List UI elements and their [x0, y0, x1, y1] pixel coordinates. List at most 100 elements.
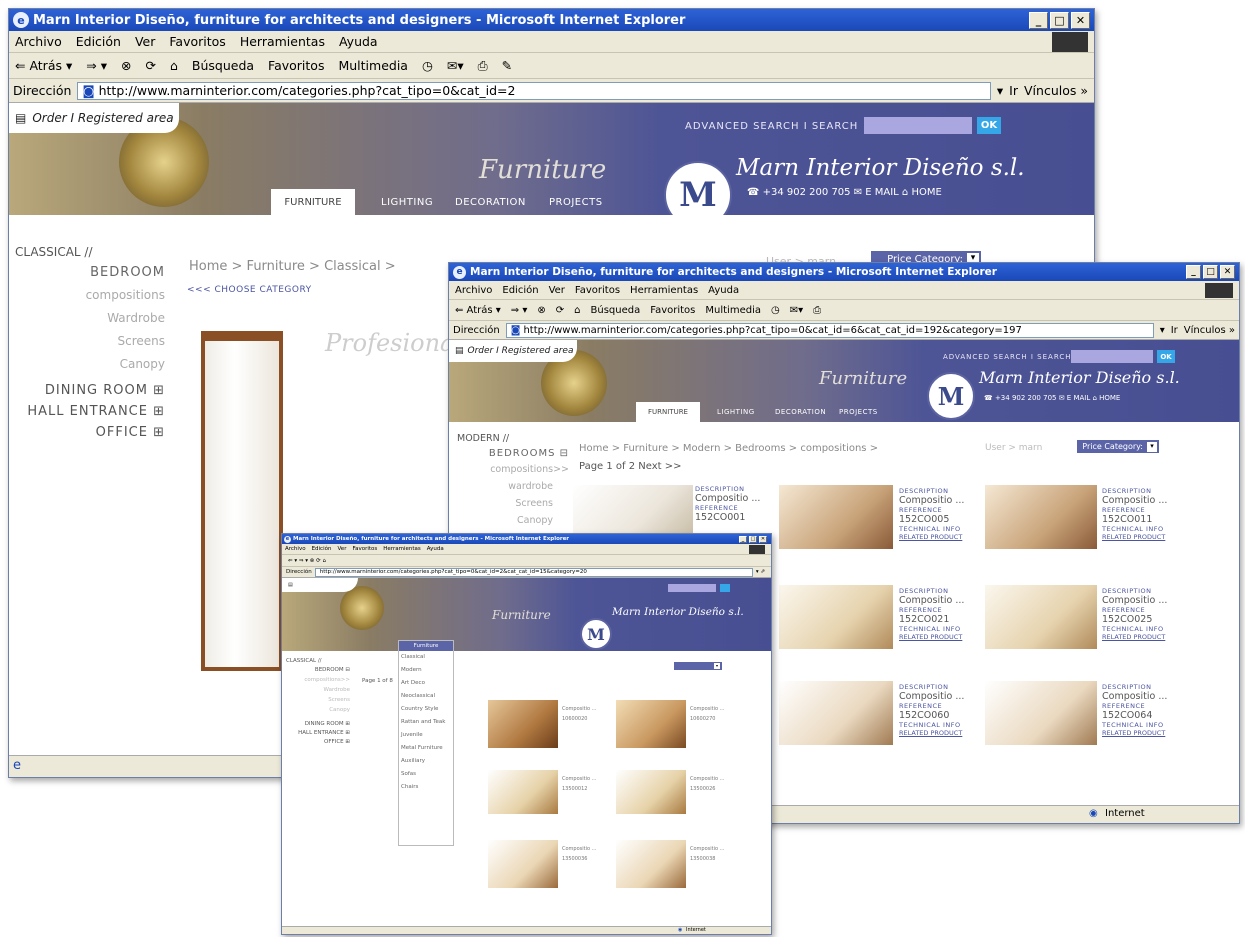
product-card[interactable]: Compositio ... 13500036 — [488, 840, 610, 894]
order-registered-link[interactable]: ▤ Order I Registered area — [449, 340, 577, 362]
close-button[interactable]: ✕ — [1071, 11, 1090, 29]
refresh-icon[interactable]: ⟳ — [556, 305, 564, 316]
technical-info-link[interactable]: TECHNICAL INFO — [1102, 721, 1167, 729]
product-card[interactable]: DESCRIPTION Compositio ... REFERENCE 152… — [779, 585, 973, 665]
close-button[interactable]: ✕ — [1220, 265, 1235, 279]
product-card[interactable]: DESCRIPTION Compositio ... REFERENCE 152… — [985, 681, 1179, 761]
product-image[interactable] — [616, 840, 686, 888]
dropdown-item-rattan-teak[interactable]: Rattan and Teak — [401, 719, 451, 725]
product-card[interactable]: Compositio ... 10600020 — [488, 700, 610, 754]
search-button[interactable]: Búsqueda — [591, 305, 641, 316]
stop-icon[interactable]: ⊗ — [537, 305, 545, 316]
ok-button[interactable]: OK — [1157, 350, 1175, 363]
product-name[interactable]: Compositio ... — [690, 776, 724, 782]
product-image[interactable] — [779, 681, 893, 745]
dropdown-arrow-icon[interactable]: ▾ — [997, 83, 1003, 98]
dropdown-item-country-style[interactable]: Country Style — [401, 706, 451, 712]
related-product-link[interactable]: RELATED PRODUCT — [899, 533, 964, 541]
sidebar-item-compositions[interactable]: compositions — [15, 288, 165, 302]
maximize-button[interactable]: □ — [1050, 11, 1069, 29]
sidebar-item-canopy[interactable]: Canopy — [457, 515, 569, 526]
product-name[interactable]: Compositio ... — [899, 495, 964, 506]
dropdown-item-neoclassical[interactable]: Neoclassical — [401, 693, 451, 699]
sidebar-item-wardrobe[interactable]: Wardrobe — [15, 311, 165, 325]
product-image[interactable] — [616, 700, 686, 748]
minimize-button[interactable]: _ — [739, 535, 747, 543]
sidebar-item-hall-entrance[interactable]: HALL ENTRANCE ⊞ — [286, 730, 350, 736]
menu-herramientas[interactable]: Herramientas — [240, 34, 325, 49]
sidebar-item-screens[interactable]: Screens — [15, 334, 165, 348]
nav-furniture[interactable]: FURNITURE — [636, 402, 700, 422]
nav-lighting[interactable]: LIGHTING — [717, 408, 755, 416]
back-button[interactable]: ⇐ Atrás ▾ — [455, 305, 501, 316]
product-card[interactable]: Compositio ... 13500026 — [616, 770, 738, 824]
choose-category-link[interactable]: <<< CHOOSE CATEGORY — [187, 285, 312, 295]
product-card[interactable]: DESCRIPTION Compositio ... REFERENCE 152… — [985, 585, 1179, 665]
sidebar-item-bedroom[interactable]: BEDROOM — [15, 265, 165, 280]
product-card[interactable]: Compositio ... 13500038 — [616, 840, 738, 894]
sidebar-item-canopy[interactable]: Canopy — [286, 707, 350, 713]
title-bar[interactable]: e Marn Interior Diseño, furniture for ar… — [9, 9, 1094, 31]
nav-furniture[interactable]: FURNITURE — [271, 189, 355, 215]
go-button[interactable]: Ir — [1171, 325, 1178, 336]
sidebar-item-wardrobe[interactable]: wardrobe — [457, 481, 569, 492]
home-icon[interactable]: ⌂ — [574, 305, 580, 316]
product-image[interactable] — [985, 485, 1097, 549]
sidebar-item-screens[interactable]: Screens — [457, 498, 569, 509]
sidebar-item-compositions[interactable]: compositions>> — [286, 677, 350, 683]
dropdown-item-auxiliary[interactable]: Auxiliary — [401, 758, 451, 764]
back-button[interactable]: ⇐ Atrás ▾ — [15, 58, 72, 73]
price-category-select[interactable]: ▾ — [674, 662, 722, 670]
nav-decoration[interactable]: DECORATION — [775, 408, 826, 416]
url-input[interactable]: ◙ http://www.marninterior.com/categories.… — [77, 81, 991, 100]
product-name[interactable]: Compositio ... — [690, 846, 724, 852]
product-name[interactable]: Compositio ... — [899, 691, 964, 702]
menu-ayuda[interactable]: Ayuda — [708, 285, 739, 296]
menu-ver[interactable]: Ver — [549, 285, 565, 296]
product-image[interactable] — [779, 485, 893, 549]
product-image[interactable] — [985, 585, 1097, 649]
media-button[interactable]: Multimedia — [705, 305, 761, 316]
forward-button[interactable]: ⇒ ▾ — [511, 305, 528, 316]
menu-herramientas[interactable]: Herramientas — [630, 285, 698, 296]
dropdown-item-classical[interactable]: Classical — [401, 654, 451, 660]
home-icon[interactable]: ⌂ — [170, 58, 178, 73]
marn-logo[interactable]: M — [580, 618, 612, 650]
pagination[interactable]: Page 1 of 8 — [362, 678, 393, 684]
menu-archivo[interactable]: Archivo — [455, 285, 492, 296]
search-input[interactable] — [668, 584, 716, 592]
product-name[interactable]: Compositio ... — [562, 706, 596, 712]
menu-favoritos[interactable]: Favoritos — [352, 546, 377, 552]
search-input[interactable] — [1071, 350, 1153, 363]
sidebar-item-wardrobe[interactable]: Wardrobe — [286, 687, 351, 693]
history-icon[interactable]: ◷ — [771, 305, 780, 316]
minimize-button[interactable]: _ — [1186, 265, 1201, 279]
product-image[interactable] — [488, 840, 558, 888]
sidebar-item-canopy[interactable]: Canopy — [15, 357, 165, 371]
mail-icon[interactable]: ✉▾ — [790, 305, 803, 316]
menu-edicion[interactable]: Edición — [502, 285, 538, 296]
product-image[interactable] — [573, 485, 693, 537]
title-bar[interactable]: e Marn Interior Diseño, furniture for ar… — [282, 534, 771, 544]
sidebar-item-hall-entrance[interactable]: HALL ENTRANCE ⊞ — [15, 404, 165, 419]
title-bar[interactable]: e Marn Interior Diseño, furniture for ar… — [449, 263, 1239, 281]
menu-ayuda[interactable]: Ayuda — [339, 34, 378, 49]
product-card[interactable]: Compositio ... 13500012 — [488, 770, 610, 824]
refresh-icon[interactable]: ⟳ — [145, 58, 155, 73]
history-icon[interactable]: ◷ — [422, 58, 433, 73]
search-input[interactable] — [864, 117, 972, 134]
go-button[interactable]: Ir — [1009, 83, 1018, 98]
technical-info-link[interactable]: TECHNICAL INFO — [899, 721, 964, 729]
menu-edicion[interactable]: Edición — [312, 546, 332, 552]
back-icon[interactable]: ⇐ ▾ ⇒ ▾ ⊗ ⟳ ⌂ — [288, 558, 326, 564]
product-card[interactable]: DESCRIPTION Compositio ... REFERENCE 152… — [779, 681, 973, 761]
technical-info-link[interactable]: TECHNICAL INFO — [899, 625, 964, 633]
nav-decoration[interactable]: DECORATION — [455, 197, 526, 208]
ok-button[interactable]: OK — [977, 117, 1001, 134]
marn-logo[interactable]: M — [664, 161, 732, 215]
nav-lighting[interactable]: LIGHTING — [381, 197, 433, 208]
product-image[interactable] — [779, 585, 893, 649]
sidebar-item-office[interactable]: OFFICE ⊞ — [15, 425, 165, 440]
technical-info-link[interactable]: TECHNICAL INFO — [1102, 525, 1167, 533]
sidebar-item-bedrooms[interactable]: BEDROOMS ⊟ — [457, 448, 569, 459]
